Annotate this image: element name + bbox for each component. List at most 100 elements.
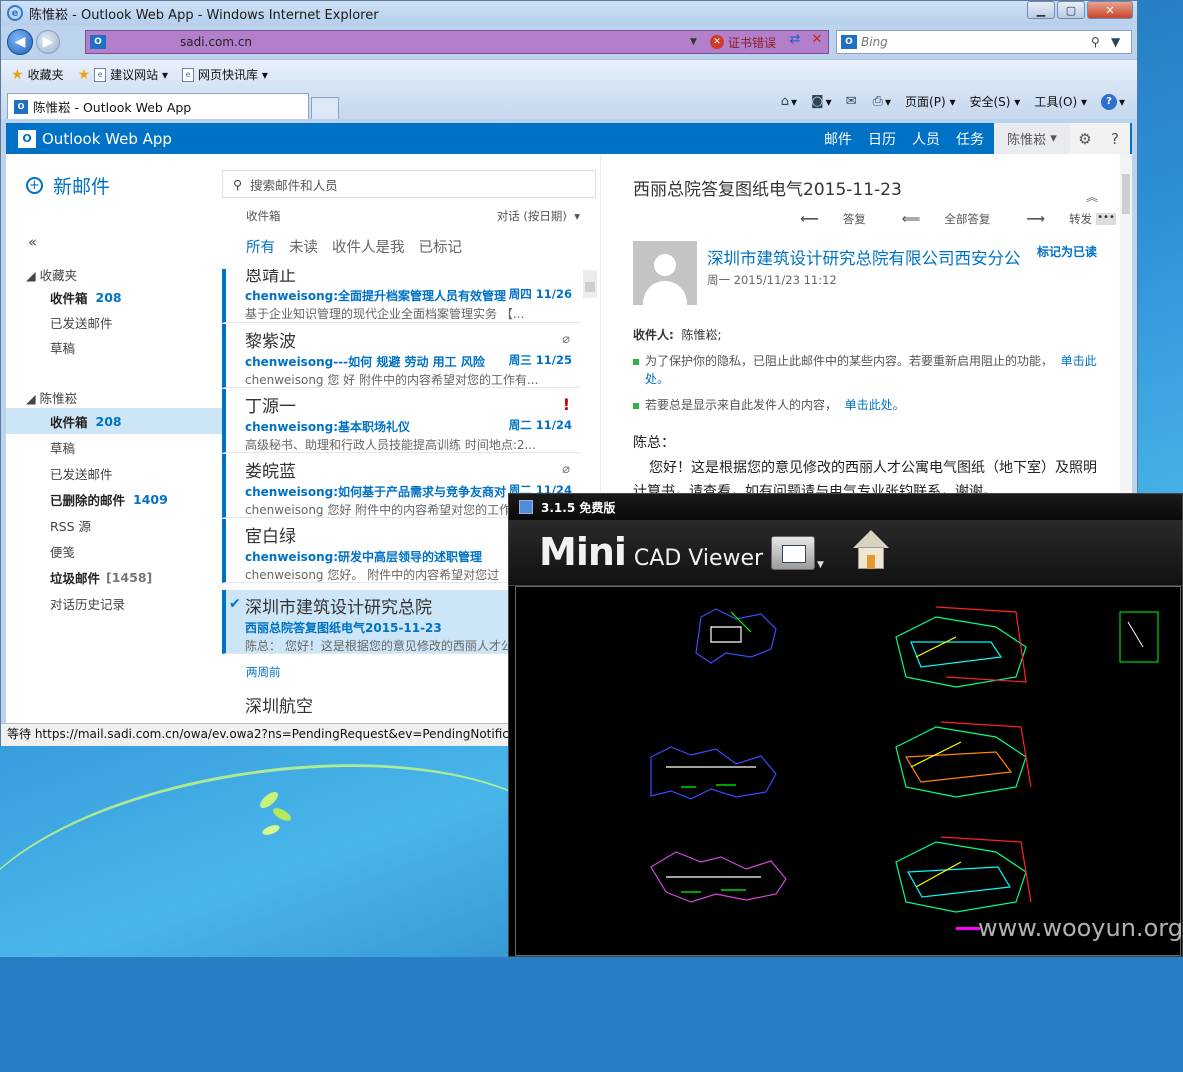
filter-bar: 所有 未读 收件人是我 已标记 <box>246 236 476 257</box>
print-button[interactable]: ⎙ ▾ <box>873 94 891 109</box>
new-tab-button[interactable] <box>311 97 339 119</box>
folder-notes[interactable]: 便笺 <box>6 538 222 564</box>
nav-mail[interactable]: 邮件 <box>824 129 852 149</box>
help-icon: ? <box>1100 93 1117 110</box>
folder-inbox-favorite[interactable]: 收件箱 208 <box>6 284 222 310</box>
folder-label: 草稿 <box>50 440 76 456</box>
back-button[interactable]: ◀ <box>7 29 33 55</box>
folder-sent[interactable]: 已发送邮件 <box>6 460 222 486</box>
folder-conversation-history[interactable]: 对话历史记录 <box>6 590 222 616</box>
cad-drawing-canvas[interactable] <box>515 586 1181 956</box>
favorites-button[interactable]: ★ 收藏夹 <box>11 66 64 83</box>
list-item[interactable]: 丁源一 chenweisong:基本职场礼仪 高级秘书、助理和行政人员技能提高训… <box>222 389 580 453</box>
account-section-header[interactable]: ◢ 陈惟崧 <box>26 388 77 407</box>
help-button[interactable]: ? ▾ <box>1100 93 1125 110</box>
cert-error-button[interactable]: ✕ 证书错误 <box>706 34 780 51</box>
nav-calendar[interactable]: 日历 <box>868 129 896 149</box>
folder-inbox[interactable]: 收件箱 208 <box>6 408 222 434</box>
close-button[interactable]: ✕ <box>1087 1 1133 19</box>
search-input[interactable] <box>861 35 1091 49</box>
page-menu[interactable]: 页面(P) ▾ <box>905 93 955 110</box>
reply-all-label: 全部答复 <box>944 212 991 226</box>
owa-logo[interactable]: O Outlook Web App <box>18 129 172 148</box>
collapse-pane-button[interactable]: « <box>28 233 37 251</box>
sort-dropdown[interactable]: 对话 (按日期) ▾ <box>497 208 580 224</box>
plus-icon: + <box>26 177 43 194</box>
favorites-bar: ★ 收藏夹 ★ e 建议网站 ▾ e 网页快讯库 ▾ <box>1 59 1137 89</box>
cad-app-icon <box>519 500 533 514</box>
cert-error-icon: ✕ <box>709 35 724 49</box>
cad-logo-mini: Mini <box>539 530 627 574</box>
forward-button[interactable]: ▶ <box>36 30 60 54</box>
home-button[interactable]: ⌂ ▾ <box>781 94 797 109</box>
folder-deleted[interactable]: 已删除的邮件 1409 <box>6 486 222 512</box>
search-icon[interactable]: ⚲ <box>1091 35 1111 49</box>
message-from[interactable]: 深圳航空 <box>245 692 313 717</box>
window-title: 陈惟崧 - Outlook Web App - Windows Internet… <box>29 7 379 23</box>
folder-junk[interactable]: 垃圾邮件 [1458] <box>6 564 222 590</box>
address-bar[interactable]: O sadi.com.cn ▼ ✕ 证书错误 ⇄ ✕ <box>85 30 829 54</box>
folder-rss[interactable]: RSS 源 <box>6 512 222 538</box>
reply-button[interactable]: ⟵ 答复 <box>782 211 866 227</box>
favorites-label: 收藏夹 <box>27 68 64 82</box>
forward-button[interactable]: ⟶ 转发 <box>1008 211 1092 227</box>
window-titlebar[interactable]: e 陈惟崧 - Outlook Web App - Windows Intern… <box>1 1 1137 25</box>
user-menu-button[interactable]: 陈惟崧 ▾ <box>994 123 1070 154</box>
folder-pane: + 新邮件 « ◢ 收藏夹 收件箱 208 已发送邮件 草稿 ◢ 陈惟崧 收件箱 20… <box>6 154 222 723</box>
suggested-sites-link[interactable]: ★ e 建议网站 ▾ <box>78 66 168 83</box>
open-file-button[interactable] <box>771 536 815 570</box>
tab-outlook[interactable]: O 陈惟崧 - Outlook Web App <box>7 93 309 119</box>
list-scrollbar[interactable] <box>583 270 597 298</box>
address-url[interactable]: sadi.com.cn <box>110 35 690 49</box>
tools-menu[interactable]: 工具(O) ▾ <box>1034 93 1087 110</box>
cad-titlebar[interactable]: 3.1.5 免费版 <box>509 494 1182 520</box>
filter-flagged[interactable]: 已标记 <box>419 236 463 257</box>
filter-to-me[interactable]: 收件人是我 <box>332 236 405 257</box>
always-show-text: 若要总是显示来自此发件人的内容， <box>645 398 838 412</box>
folder-drafts-favorite[interactable]: 草稿 <box>6 334 222 360</box>
reply-all-icon: ⟸ <box>901 212 921 227</box>
minimize-button[interactable]: ▁ <box>1027 1 1055 19</box>
favorites-section-header[interactable]: ◢ 收藏夹 <box>26 265 77 284</box>
gear-icon[interactable]: ⚙ <box>1070 123 1100 154</box>
folder-sent-favorite[interactable]: 已发送邮件 <box>6 309 222 335</box>
nav-people[interactable]: 人员 <box>912 129 940 149</box>
mark-read-link[interactable]: 标记为已读 <box>1037 243 1097 260</box>
web-slice-gallery-link[interactable]: e 网页快讯库 ▾ <box>182 66 268 83</box>
mail-search-box[interactable]: ⚲ 搜索邮件和人员 <box>222 170 596 198</box>
filter-all[interactable]: 所有 <box>246 236 275 257</box>
safety-menu[interactable]: 安全(S) ▾ <box>969 93 1020 110</box>
stop-icon[interactable]: ✕ <box>806 32 828 52</box>
list-item[interactable]: 黎紫波 chenweisong---如何 规避 劳动 用工 风险 chenwei… <box>222 324 580 388</box>
feeds-button[interactable]: ◙ ▾ <box>811 94 832 109</box>
chevron-down-icon[interactable]: ▼ <box>690 37 706 47</box>
folder-drafts[interactable]: 草稿 <box>6 434 222 460</box>
nav-tasks[interactable]: 任务 <box>956 129 984 149</box>
scrollbar-thumb[interactable] <box>585 282 595 292</box>
filter-unread[interactable]: 未读 <box>289 236 318 257</box>
collapse-up-icon[interactable]: ︽ <box>1086 188 1098 205</box>
scrollbar-thumb[interactable] <box>1122 174 1130 214</box>
always-show-link[interactable]: 单击此处。 <box>845 398 905 412</box>
folder-label: RSS 源 <box>50 518 92 534</box>
list-item[interactable]: 恩靖止 chenweisong:全面提升档案管理人员有效管理 基于企业知识管理的… <box>222 269 580 323</box>
help-icon[interactable]: ? <box>1100 123 1130 154</box>
sender-name[interactable]: 深圳市建筑设计研究总院有限公司西安分公 <box>707 245 1021 269</box>
drawing-mid-left <box>650 746 777 800</box>
recipient-name[interactable]: 陈惟崧; <box>681 328 721 342</box>
reply-all-button[interactable]: ⟸ 全部答复 <box>884 211 991 227</box>
search-box[interactable]: O ⚲ ▼ <box>836 30 1132 54</box>
refresh-icon[interactable]: ⇄ <box>784 32 806 52</box>
chevron-down-icon[interactable]: ▼ <box>817 560 824 570</box>
home-button[interactable] <box>851 530 891 570</box>
account-section-label: 陈惟崧 <box>39 391 78 406</box>
web-slice-gallery-label: 网页快讯库 <box>198 68 259 82</box>
drawing-scale-mark <box>956 927 980 930</box>
new-mail-button[interactable]: + 新邮件 <box>26 172 110 199</box>
maximize-button[interactable]: ▢ <box>1057 1 1085 19</box>
new-mail-label: 新邮件 <box>53 176 111 198</box>
chevron-down-icon[interactable]: ▼ <box>1111 35 1131 49</box>
read-mail-button[interactable]: ✉ <box>846 94 859 109</box>
more-actions-icon[interactable]: ••• <box>1096 213 1116 225</box>
list-caption: 收件箱 <box>246 209 281 223</box>
